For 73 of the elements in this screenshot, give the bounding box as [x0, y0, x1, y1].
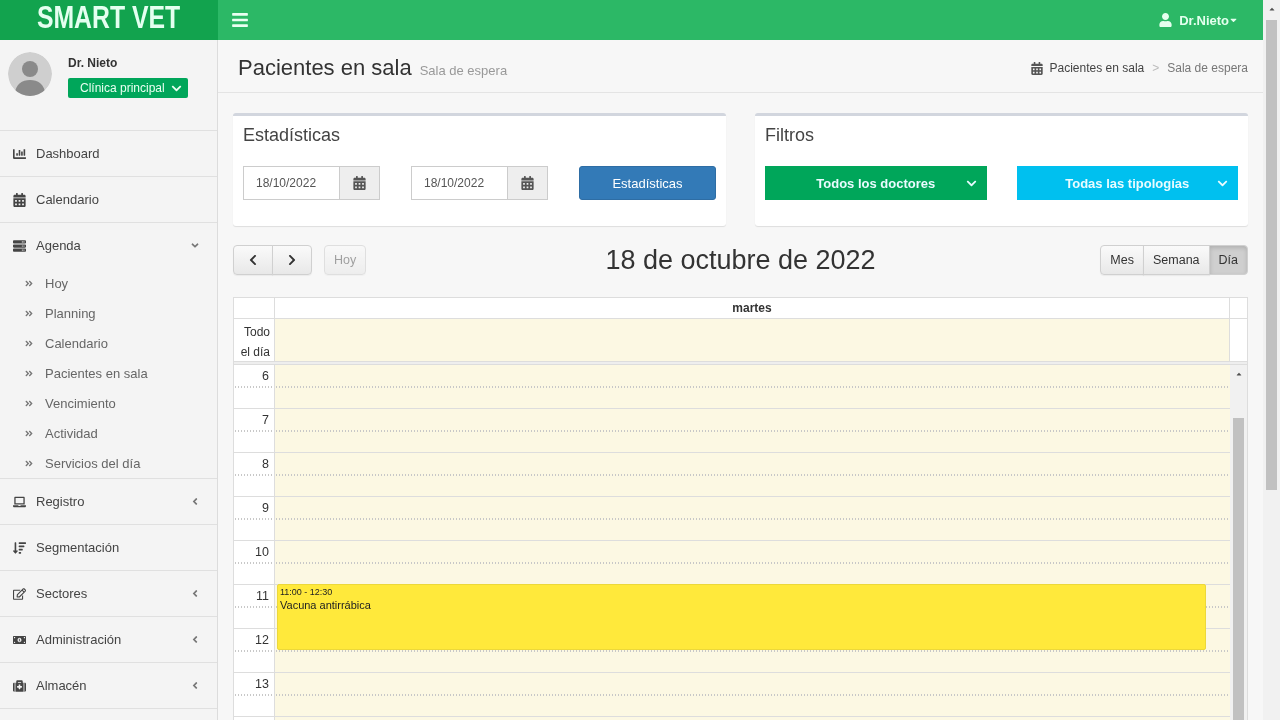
statistics-button[interactable]: Estadísticas — [579, 166, 716, 200]
submenu-item[interactable]: Planning — [0, 298, 217, 328]
bar-chart-icon — [13, 146, 26, 161]
view-tab[interactable]: Mes — [1100, 245, 1144, 275]
breadcrumb-separator: > — [1151, 61, 1161, 75]
medkit-icon — [13, 678, 26, 693]
event-time: 11:00 - 12:30 — [280, 586, 333, 598]
page-title: Pacientes en sala — [238, 55, 412, 81]
calendar-icon — [13, 192, 26, 207]
double-chevron-icon — [25, 428, 33, 438]
calendar-icon — [1030, 61, 1043, 75]
day-column[interactable]: 11:00 - 12:30 Vacuna antirrábica — [275, 365, 1230, 720]
card-title: Estadísticas — [243, 124, 341, 147]
calendar-button[interactable] — [340, 166, 380, 200]
menu-item[interactable]: Calendario — [0, 177, 217, 222]
submenu-item[interactable]: Hoy — [0, 268, 217, 298]
calendar-button[interactable] — [508, 166, 548, 200]
submenu-item[interactable]: Pacientes en sala — [0, 358, 217, 388]
menu-item[interactable]: Almacén — [0, 663, 217, 708]
user-name: Dr. Nieto — [68, 55, 118, 71]
calendar-icon — [353, 176, 366, 190]
scrollbar-thumb[interactable] — [1266, 20, 1277, 490]
view-tab[interactable]: Semana — [1143, 245, 1210, 275]
double-chevron-icon — [25, 458, 33, 468]
double-chevron-icon — [25, 338, 33, 348]
user-icon — [1159, 13, 1173, 27]
double-chevron-icon — [25, 308, 33, 318]
scrollbar-thumb[interactable] — [1233, 418, 1244, 720]
chevron-left-icon — [191, 680, 199, 691]
date-field[interactable]: 18/10/2022 — [243, 166, 340, 200]
card-title: Filtros — [765, 124, 814, 147]
submenu-item[interactable]: Actividad — [0, 418, 217, 448]
calendar-title: 18 de octubre de 2022 — [605, 245, 876, 275]
chevron-down-icon — [965, 178, 977, 189]
user-avatar-icon — [8, 52, 52, 96]
stacked-list-icon — [13, 238, 26, 253]
calendar-scrollbar[interactable] — [1230, 365, 1247, 720]
menu-item[interactable]: Agenda — [0, 223, 217, 268]
double-chevron-icon — [25, 278, 33, 288]
chevron-left-icon — [247, 254, 259, 266]
chevron-left-icon — [191, 496, 199, 507]
chevron-left-icon — [191, 588, 199, 599]
laptop-icon — [13, 494, 26, 509]
submenu-item[interactable]: Calendario — [0, 328, 217, 358]
menu-item[interactable]: Segmentación — [0, 525, 217, 570]
breadcrumb-link[interactable]: Sala de espera — [1167, 61, 1248, 75]
calendar-icon — [521, 176, 534, 190]
chevron-right-icon — [286, 254, 298, 266]
page-scrollbar[interactable] — [1263, 0, 1280, 720]
submenu-item[interactable]: Servicios del día — [0, 448, 217, 478]
menu-item[interactable]: Sectores — [0, 571, 217, 616]
breadcrumb-link[interactable]: Pacientes en sala — [1049, 61, 1145, 75]
double-chevron-icon — [25, 368, 33, 378]
edit-icon — [13, 586, 26, 601]
menu-item[interactable]: Administración — [0, 617, 217, 662]
date-field[interactable]: 18/10/2022 — [411, 166, 508, 200]
app-logo: SMART VET — [37, 1, 181, 33]
page-subtitle: Sala de espera — [419, 63, 508, 78]
calendar-event[interactable]: 11:00 - 12:30 Vacuna antirrábica — [277, 584, 1206, 650]
menu-item[interactable]: Dashboard — [0, 131, 217, 176]
menu-button[interactable] — [230, 11, 250, 29]
menu-icon — [230, 11, 250, 29]
chevron-left-icon — [191, 634, 199, 645]
sort-icon — [13, 540, 26, 555]
view-tab[interactable]: Día — [1208, 245, 1248, 275]
event-title: Vacuna antirrábica — [280, 598, 371, 612]
prev-button[interactable] — [233, 245, 273, 275]
day-header: martes — [275, 298, 1230, 318]
double-chevron-icon — [25, 398, 33, 408]
next-button[interactable] — [272, 245, 312, 275]
submenu-item[interactable]: Vencimiento — [0, 388, 217, 418]
menu-item[interactable]: Registro — [0, 479, 217, 524]
chevron-down-icon — [1217, 178, 1228, 189]
